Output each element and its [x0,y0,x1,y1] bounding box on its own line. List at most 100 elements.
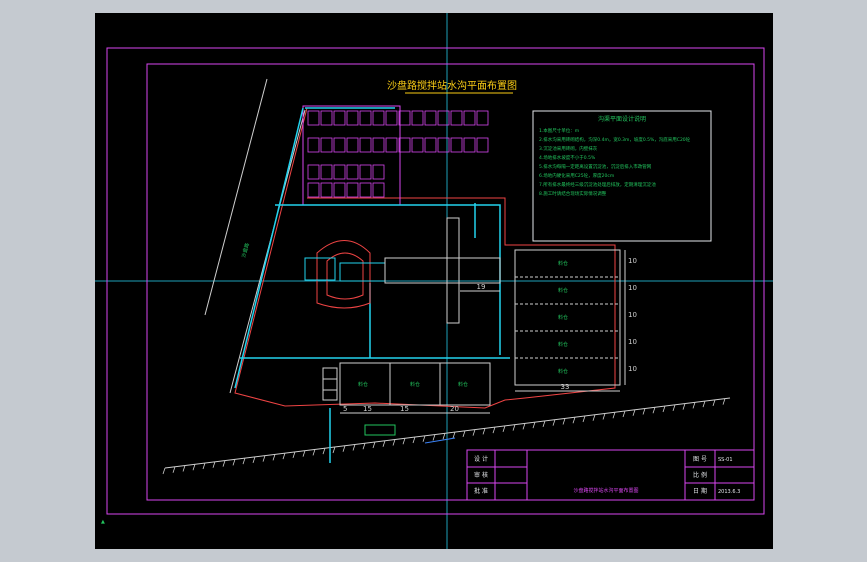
note-line-1: 1.本图尺寸单位：m [539,127,579,134]
road-tick [252,456,256,463]
road-tick [512,424,516,431]
road-tick [242,457,246,465]
date-value: 2013.6.3 [718,489,740,495]
road-tick [552,419,556,426]
date-label: 日 期 [693,487,707,495]
inner-frame [146,63,755,501]
note-line-2: 2.排水沟采用砖砌结构，沟深0.4m，宽0.3m，坡度0.5%，沟底采用C20砼 [539,136,691,143]
mixer-unit [304,257,336,281]
road-tick [432,434,436,441]
road-tick [332,446,336,454]
mixing-plant-inner [326,252,364,300]
office-block [476,110,489,126]
note-line-6: 6.场地内硬化采用C25砼，厚度20cm [539,172,614,179]
notes-title: 沟渠平面设计说明 [598,115,646,123]
road-tick [212,461,216,468]
drawing-no-value: SS-01 [718,457,733,463]
road-tick [462,430,466,437]
road-tick [452,431,456,439]
office-block [398,110,411,126]
office-block [346,110,359,126]
road-tick [292,451,296,459]
office-block [372,137,385,153]
dimension-10-b: 10 [628,284,637,292]
road-edge-outer [204,78,268,316]
conveyor-vertical [446,217,460,324]
road-tick [262,455,266,462]
office-block [359,182,372,198]
dimension-33: 33 [561,383,570,391]
road-tick [402,438,406,445]
road-tick [472,429,476,436]
bottom-bin-label-1: 料仓 [358,381,368,388]
office-block [307,164,320,180]
road-tick [632,409,636,416]
road-tick [532,422,536,429]
dimension-19: 19 [477,283,486,291]
sedimentation-tank [322,367,338,401]
bottom-bin-label-2: 料仓 [410,381,420,388]
road-tick [622,410,626,418]
road-tick [272,454,276,461]
road-tick [602,413,606,420]
road-ticks [162,398,726,475]
road-tick [642,408,646,415]
dimension-5: 5 [343,405,347,413]
office-block [463,110,476,126]
road-tick [482,428,486,435]
office-blocks [307,110,489,198]
road-tick [282,453,286,460]
note-line-3: 3.沉淀池采用砖砌，内壁抹灰 [539,145,598,152]
road-tick [162,467,166,475]
road-tick [442,433,446,440]
office-block [346,164,359,180]
office-block [333,137,346,153]
approve-label: 批 准 [474,487,488,495]
outlet-pipe [424,437,456,444]
bin-label: 料仓 [558,341,568,348]
dimension-10-c: 10 [628,311,637,319]
road-tick [372,441,376,449]
road-tick [592,414,596,421]
cad-drawing-canvas[interactable]: 沙盘路搅拌站水沟平面布置图 沙盘路 19 料仓 料仓 料仓 料仓 料仓 33 10 10… [95,13,773,549]
mixing-plant-outline [316,240,371,309]
design-label: 设 计 [474,455,488,463]
office-block [424,137,437,153]
road-tick [702,400,706,408]
office-block [307,110,320,126]
road-tick [312,449,316,456]
bin-label: 料仓 [558,368,568,375]
note-line-7: 7.所有排水最终经三级沉淀池处理后排放，定期清理沉淀池 [539,181,656,188]
office-block [346,137,359,153]
office-block [385,110,398,126]
road-tick [682,403,686,410]
dimension-20: 20 [450,405,459,413]
road-tick [562,418,566,425]
note-line-5: 5.排水沟每隔一定距离设置沉淀池，沉淀后排入市政管网 [539,163,652,170]
check-label: 审 核 [474,471,488,479]
dimension-10-a: 10 [628,257,637,265]
office-block [320,182,333,198]
office-block [333,182,346,198]
road-tick [222,460,226,467]
office-block [424,110,437,126]
office-block [450,110,463,126]
road-tick [352,444,356,451]
office-block [346,182,359,198]
road-tick [362,443,366,450]
road-tick [542,420,546,428]
office-block [359,110,372,126]
road-tick [202,462,206,470]
office-block [307,137,320,153]
office-block [333,164,346,180]
bin-label: 料仓 [558,314,568,321]
road-tick [192,464,196,471]
road-tick [182,465,186,472]
road-tick [302,450,306,457]
drawing-title: 沙盘路搅拌站水沟平面布置图 [387,79,517,92]
road-tick [502,425,506,433]
road-tick [492,426,496,434]
office-block [411,137,424,153]
road-tick [172,466,176,473]
road-tick [582,415,586,423]
